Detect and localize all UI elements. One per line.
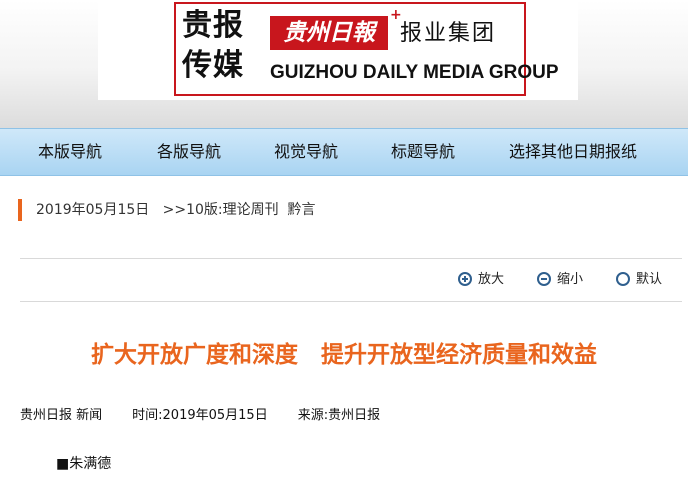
nav-item-this-page[interactable]: 本版导航 <box>38 129 102 175</box>
zoom-out-label: 缩小 <box>557 272 584 287</box>
article-origin: 来源:贵州日报 <box>297 408 381 423</box>
article-title: 扩大开放广度和深度 提升开放型经济质量和效益 <box>91 341 597 368</box>
nav-item-all-pages[interactable]: 各版导航 <box>157 129 221 175</box>
circle-icon <box>616 272 630 286</box>
article-meta: 贵州日报 新闻 时间:2019年05月15日 来源:贵州日报 <box>20 405 380 427</box>
zoom-in-label: 放大 <box>478 272 505 287</box>
text-size-toolbar: 放大 缩小 默认 <box>20 258 682 302</box>
logo-paper-name: 贵州日報 <box>270 16 388 50</box>
default-size-label: 默认 <box>636 272 663 287</box>
nav-item-visual[interactable]: 视觉导航 <box>274 129 338 175</box>
logo-area: 贵报传媒 贵州日報 + 报业集团 GUIZHOU DAILY MEDIA GRO… <box>98 0 578 100</box>
main-nav: 本版导航 各版导航 视觉导航 标题导航 选择其他日期报纸 <box>0 128 688 176</box>
breadcrumb: 2019年05月15日 >>10版:理论周刊 黔言 <box>18 199 316 221</box>
logo[interactable]: 贵报传媒 贵州日報 + 报业集团 GUIZHOU DAILY MEDIA GRO… <box>174 2 559 96</box>
plus-circle-icon <box>458 272 472 286</box>
zoom-out-button[interactable]: 缩小 <box>537 270 583 290</box>
nav-item-titles[interactable]: 标题导航 <box>391 129 455 175</box>
article-source: 贵州日报 新闻 <box>20 408 103 423</box>
minus-circle-icon <box>537 272 551 286</box>
logo-group-cn: 报业集团 <box>400 21 497 46</box>
logo-group-en: GUIZHOU DAILY MEDIA GROUP <box>270 62 559 83</box>
article-time: 时间:2019年05月15日 <box>132 408 268 423</box>
default-size-button[interactable]: 默认 <box>616 270 662 290</box>
nav-item-other-dates[interactable]: 选择其他日期报纸 <box>509 129 637 175</box>
zoom-in-button[interactable]: 放大 <box>458 270 504 290</box>
breadcrumb-date[interactable]: 2019年05月15日 <box>36 202 149 218</box>
header-band: 贵报传媒 贵州日報 + 报业集团 GUIZHOU DAILY MEDIA GRO… <box>0 0 688 128</box>
article-author: ■朱满德 <box>56 456 112 472</box>
breadcrumb-section[interactable]: >>10版:理论周刊 黔言 <box>163 202 316 218</box>
logo-brand-cn: 贵报传媒 <box>182 8 244 83</box>
